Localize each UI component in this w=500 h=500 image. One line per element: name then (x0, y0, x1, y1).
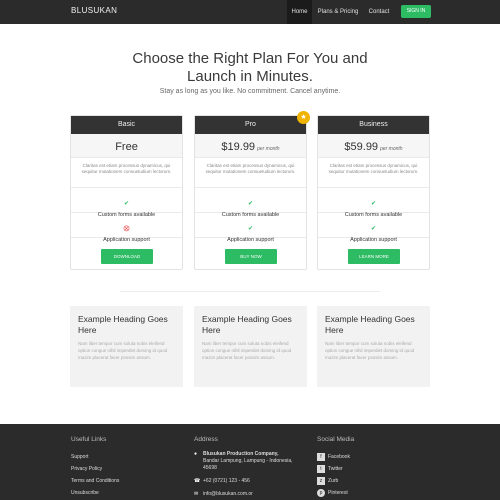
check-icon: ✔ (123, 201, 130, 207)
feature-application-support: ✔ Application support (195, 213, 306, 243)
social-zurb[interactable]: z Zurb (317, 475, 354, 487)
plan-card-pro: Pro $19.99 per month Claritas est etiam p… (194, 115, 307, 270)
social-twitter[interactable]: t Twitter (317, 463, 354, 475)
address-zip: 45698 (203, 465, 217, 471)
map-pin-icon: ● (194, 451, 198, 457)
facebook-icon: f (317, 453, 325, 461)
social-facebook[interactable]: f Facebook (317, 451, 354, 463)
feature-custom-forms: ✔ Custom forms available (318, 188, 429, 218)
check-icon: ✔ (370, 201, 377, 207)
nav-contact[interactable]: Contact (364, 0, 394, 24)
footer-social: Social Media f Facebook t Twitter z Zurb… (317, 436, 354, 499)
page-title-line-1: Choose the Right Plan For You and (132, 50, 368, 67)
footer-useful-links: Useful Links Support Privacy Policy Term… (71, 436, 119, 499)
page-title: Choose the Right Plan For You and Launch… (0, 50, 500, 86)
social-label: Facebook (328, 454, 350, 460)
social-pinterest[interactable]: p Pinterest (317, 487, 354, 499)
section-divider (120, 291, 380, 292)
feature-label: Application support (350, 237, 397, 243)
feature-card: Example Heading Goes Here Nam liber temp… (70, 306, 183, 387)
footer-link-unsubscribe[interactable]: Unsubscribe (71, 487, 119, 499)
star-badge-icon: ★ (297, 111, 310, 124)
plan-price: $19.99 per month (195, 134, 306, 158)
card-body: Nam liber tempor cum soluta nobis eleife… (202, 341, 292, 360)
footer-heading: Address (194, 436, 218, 443)
footer-link-support[interactable]: Support (71, 451, 119, 463)
price-value: $19.99 (221, 141, 256, 153)
plan-card-business: Business $59.99 per month Claritas est et… (317, 115, 430, 270)
plan-price: $59.99 per month (318, 134, 429, 158)
price-period: per month (257, 146, 280, 152)
plan-card-basic: Basic Free Claritas est etiam processus … (70, 115, 183, 270)
check-icon: ✔ (370, 226, 377, 232)
plan-name: Business (318, 116, 429, 134)
phone-row: ☎ +62 (0721) 123 - 456 (194, 478, 293, 485)
plan-name: Pro (195, 116, 306, 134)
feature-application-support: ⨂ Application support (71, 213, 182, 243)
footer: Useful Links Support Privacy Policy Term… (0, 424, 500, 500)
phone-number: +62 (0721) 123 - 456 (203, 478, 250, 484)
email-address[interactable]: info@blusukan.com.or (203, 491, 293, 498)
footer-heading: Social Media (317, 436, 355, 443)
plan-description: Claritas est etiam processus dynamicus, … (195, 158, 306, 188)
zurb-icon: z (317, 477, 325, 485)
card-body: Nam liber tempor cum soluta nobis eleife… (325, 341, 415, 360)
nav-plans-pricing[interactable]: Plans & Pricing (314, 0, 362, 24)
address-block: ● Blusukan Production Company, Bandar La… (194, 451, 293, 472)
footer-link-privacy[interactable]: Privacy Policy (71, 463, 119, 475)
footer-address: Address ● Blusukan Production Company, B… (194, 436, 293, 498)
price-value: Free (115, 141, 138, 153)
feature-application-support: ✔ Application support (318, 213, 429, 243)
address-company: Blusukan Production Company, (203, 451, 279, 457)
card-heading: Example Heading Goes Here (325, 314, 415, 335)
feature-custom-forms: ✔ Custom forms available (71, 188, 182, 218)
page-title-line-2: Launch in Minutes. (187, 68, 313, 85)
page-subtitle: Stay as long as you like. No commitment.… (159, 88, 341, 95)
card-heading: Example Heading Goes Here (78, 314, 168, 335)
phone-icon: ☎ (194, 478, 201, 484)
brand-logo[interactable]: BLUSUKAN (71, 6, 117, 15)
feature-label: Application support (227, 237, 274, 243)
mail-icon: ✉ (194, 491, 199, 497)
check-icon: ✔ (247, 226, 254, 232)
card-body: Nam liber tempor cum soluta nobis eleife… (78, 341, 168, 360)
social-label: Twitter (328, 466, 343, 472)
card-heading: Example Heading Goes Here (202, 314, 292, 335)
learn-more-button[interactable]: LEARN MORE (348, 249, 400, 264)
plan-price: Free (71, 134, 182, 158)
plan-name: Basic (71, 116, 182, 134)
feature-custom-forms: ✔ Custom forms available (195, 188, 306, 218)
footer-link-terms[interactable]: Terms and Conditions (71, 475, 119, 487)
pinterest-icon: p (317, 489, 325, 497)
social-label: Zurb (328, 478, 339, 484)
plan-description: Claritas est etiam processus dynamicus, … (71, 158, 182, 188)
twitter-icon: t (317, 465, 325, 473)
footer-heading: Useful Links (71, 436, 107, 443)
plan-description: Claritas est etiam processus dynamicus, … (318, 158, 429, 188)
price-value: $59.99 (344, 141, 379, 153)
download-button[interactable]: DOWNLOAD (101, 249, 153, 264)
feature-card: Example Heading Goes Here Nam liber temp… (317, 306, 430, 387)
sign-in-button[interactable]: SIGN IN (401, 5, 431, 18)
price-period: per month (380, 146, 403, 152)
cross-circle-icon: ⨂ (123, 226, 130, 232)
navbar: BLUSUKAN Home Plans & Pricing Contact SI… (0, 0, 500, 24)
feature-card: Example Heading Goes Here Nam liber temp… (194, 306, 307, 387)
buy-now-button[interactable]: BUY NOW (225, 249, 277, 264)
check-icon: ✔ (247, 201, 254, 207)
address-street: Bandar Lampung, Lampung - Indonesia, (203, 458, 293, 464)
nav-home[interactable]: Home (287, 0, 312, 24)
social-label: Pinterest (328, 490, 348, 496)
email-row: ✉ info@blusukan.com.or (194, 491, 293, 498)
feature-label: Application support (103, 237, 150, 243)
